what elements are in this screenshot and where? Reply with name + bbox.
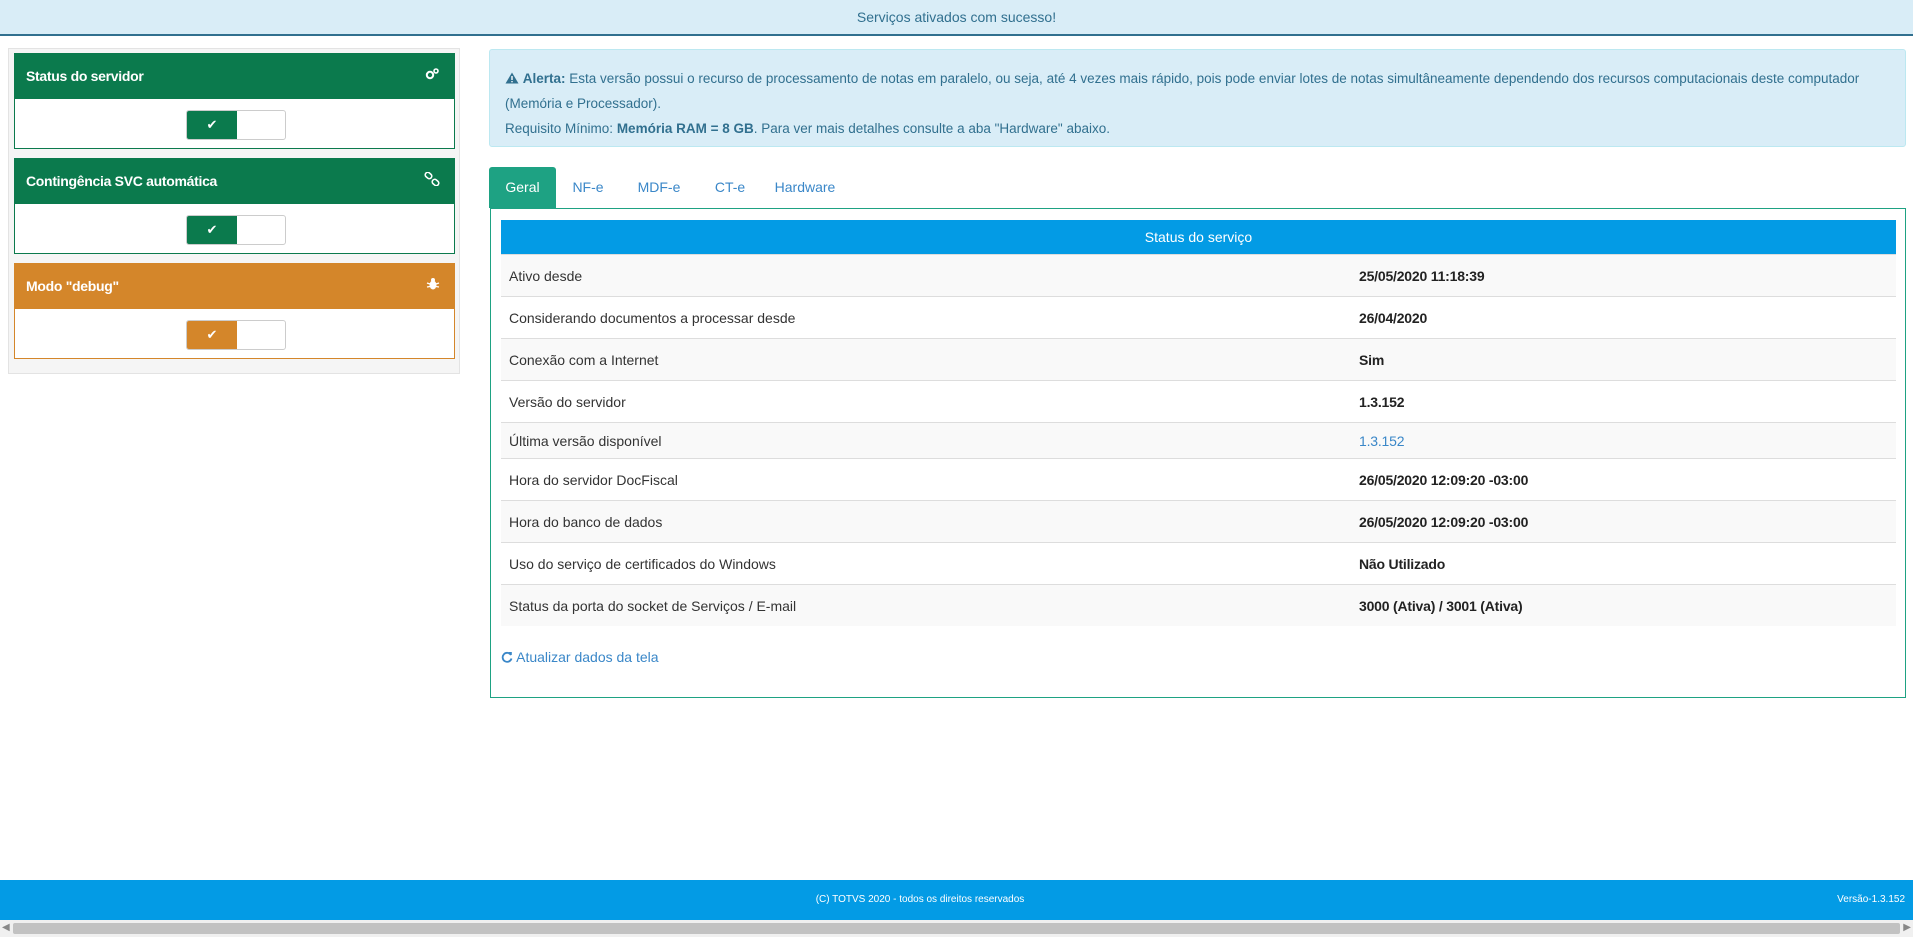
footer-copyright: (C) TOTVS 2020 - todos os direitos reser… bbox=[815, 894, 1025, 905]
row-value: Sim bbox=[1359, 352, 1385, 368]
row-label: Status da porta do socket de Serviços / … bbox=[509, 598, 797, 614]
tab-cte[interactable]: CT-e bbox=[698, 167, 762, 208]
check-icon: ✔ bbox=[187, 111, 237, 139]
info-alert-req-prefix: Requisito Mínimo: bbox=[505, 121, 614, 136]
tab-geral[interactable]: Geral bbox=[489, 167, 556, 208]
table-row: Hora do banco de dados 26/05/2020 12:09:… bbox=[501, 500, 1896, 542]
table-row: Hora do servidor DocFiscal 26/05/2020 12… bbox=[501, 458, 1896, 500]
row-value: 26/04/2020 bbox=[1359, 310, 1428, 326]
row-label: Considerando documentos a processar desd… bbox=[509, 310, 796, 326]
check-icon: ✔ bbox=[187, 321, 237, 349]
panel-svc-contingency-title: Contingência SVC automática bbox=[26, 173, 218, 189]
info-alert-req-value: Memória RAM = 8 GB bbox=[616, 121, 754, 136]
control-panels: Status do servidor ✔ Contingência SVC au… bbox=[8, 48, 460, 374]
info-alert: Alerta: Esta versão possui o recurso de … bbox=[489, 49, 1906, 147]
row-value: 1.3.152 bbox=[1359, 394, 1405, 410]
table-row: Status da porta do socket de Serviços / … bbox=[501, 584, 1896, 626]
refresh-label: Atualizar dados da tela bbox=[516, 649, 659, 665]
row-label: Hora do banco de dados bbox=[509, 514, 663, 530]
row-label: Hora do servidor DocFiscal bbox=[509, 472, 678, 488]
check-icon: ✔ bbox=[187, 216, 237, 244]
panel-server-status: Status do servidor ✔ bbox=[14, 53, 455, 149]
table-row: Última versão disponível 1.3.152 bbox=[501, 422, 1896, 458]
row-value: 3000 (Ativa) / 3001 (Ativa) bbox=[1359, 598, 1523, 614]
info-alert-req-suffix: . Para ver mais detalhes consulte a aba … bbox=[753, 121, 1110, 136]
panel-server-status-title: Status do servidor bbox=[26, 68, 144, 84]
scroll-left-icon[interactable]: ◀ bbox=[2, 922, 10, 933]
panel-svc-contingency-header: Contingência SVC automática bbox=[15, 159, 454, 204]
tab-content-geral: Status do serviço Ativo desde 25/05/2020… bbox=[490, 208, 1906, 698]
table-row: Conexão com a Internet Sim bbox=[501, 338, 1896, 380]
server-status-toggle[interactable]: ✔ bbox=[186, 110, 286, 140]
panel-debug-mode-title: Modo "debug" bbox=[26, 278, 119, 294]
bug-icon bbox=[426, 264, 440, 309]
scrollbar-thumb[interactable] bbox=[13, 923, 1900, 934]
svc-contingency-toggle[interactable]: ✔ bbox=[186, 215, 286, 245]
footer: (C) TOTVS 2020 - todos os direitos reser… bbox=[0, 880, 1913, 920]
latest-version-link[interactable]: 1.3.152 bbox=[1359, 423, 1405, 459]
row-label: Versão do servidor bbox=[509, 394, 626, 410]
tab-nfe[interactable]: NF-e bbox=[556, 167, 620, 208]
service-status-header: Status do serviço bbox=[501, 220, 1896, 254]
horizontal-scrollbar[interactable]: ◀ ▶ bbox=[0, 920, 1913, 937]
info-alert-text: Esta versão possui o recurso de processa… bbox=[505, 71, 1860, 111]
row-label: Uso do serviço de certificados do Window… bbox=[509, 556, 776, 572]
table-row: Versão do servidor 1.3.152 bbox=[501, 380, 1896, 422]
warning-icon bbox=[505, 71, 523, 86]
success-alert-text: Serviços ativados com sucesso! bbox=[856, 9, 1057, 25]
panel-debug-mode-header: Modo "debug" bbox=[15, 264, 454, 309]
chain-icon bbox=[424, 159, 440, 204]
row-label: Conexão com a Internet bbox=[509, 352, 659, 368]
scroll-right-icon[interactable]: ▶ bbox=[1903, 922, 1911, 933]
info-alert-label: Alerta: bbox=[522, 71, 566, 86]
footer-version: Versão-1.3.152 bbox=[1837, 894, 1905, 905]
table-row: Considerando documentos a processar desd… bbox=[501, 296, 1896, 338]
row-label: Última versão disponível bbox=[509, 433, 662, 449]
table-row: Uso do serviço de certificados do Window… bbox=[501, 542, 1896, 584]
panel-debug-mode: Modo "debug" ✔ bbox=[14, 263, 455, 359]
panel-server-status-header: Status do servidor bbox=[15, 54, 454, 99]
panel-svc-contingency: Contingência SVC automática ✔ bbox=[14, 158, 455, 254]
table-row: Ativo desde 25/05/2020 11:18:39 bbox=[501, 254, 1896, 296]
refresh-icon bbox=[501, 649, 516, 665]
row-value: Não Utilizado bbox=[1359, 556, 1446, 572]
row-label: Ativo desde bbox=[509, 268, 583, 284]
row-value: 26/05/2020 12:09:20 -03:00 bbox=[1359, 472, 1529, 488]
row-value: 26/05/2020 12:09:20 -03:00 bbox=[1359, 514, 1529, 530]
refresh-link[interactable]: Atualizar dados da tela bbox=[501, 649, 659, 665]
row-value: 25/05/2020 11:18:39 bbox=[1359, 268, 1485, 284]
tab-mdfe[interactable]: MDF-e bbox=[620, 167, 698, 208]
debug-mode-toggle[interactable]: ✔ bbox=[186, 320, 286, 350]
success-alert: Serviços ativados com sucesso! bbox=[0, 0, 1913, 36]
gears-icon bbox=[424, 54, 440, 99]
tab-hardware[interactable]: Hardware bbox=[762, 167, 848, 208]
